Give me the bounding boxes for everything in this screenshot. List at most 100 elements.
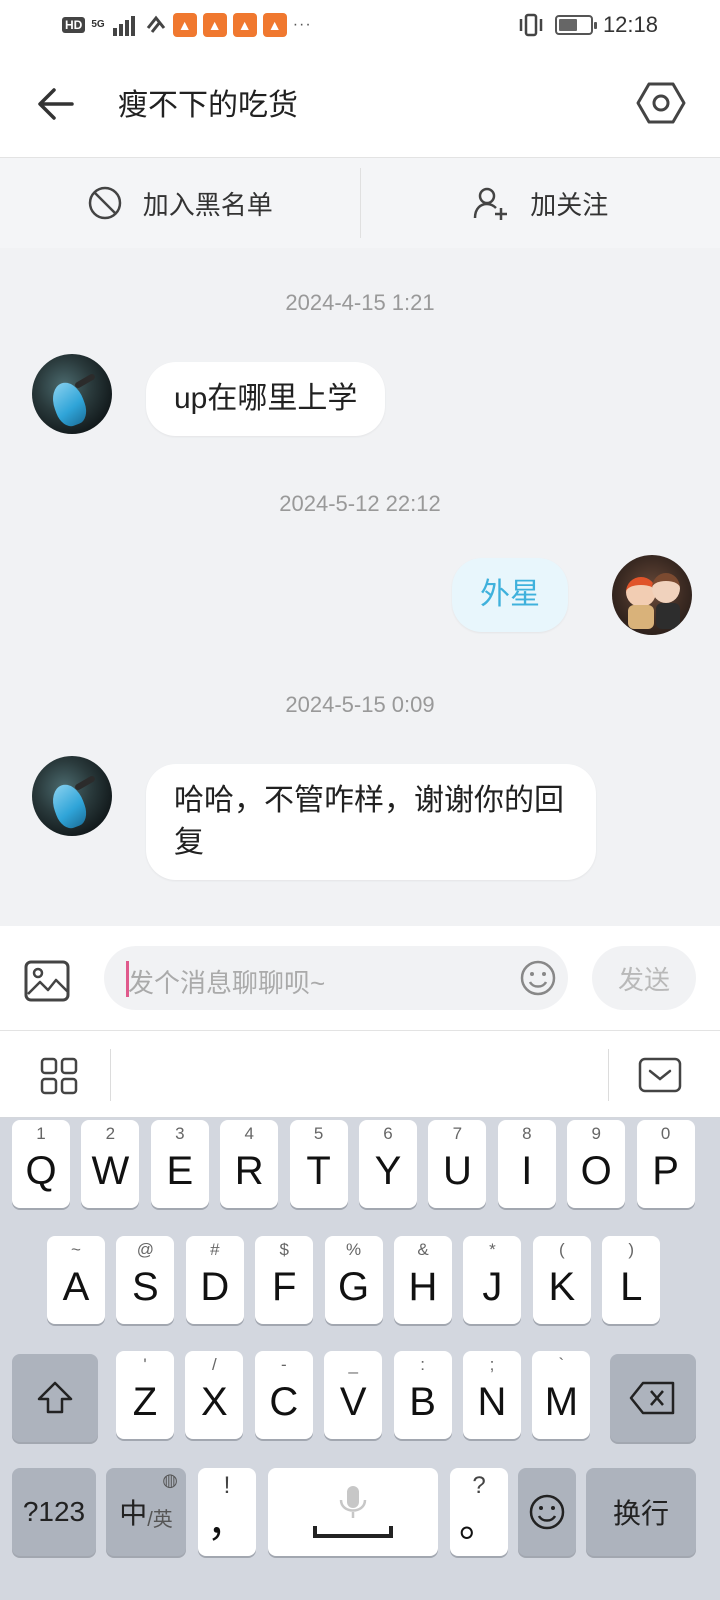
key-b[interactable]: :B <box>393 1351 452 1439</box>
emoji-icon <box>529 1494 565 1530</box>
message-placeholder: 发个消息聊聊呗~ <box>128 968 326 998</box>
key-sub: / <box>212 1355 217 1374</box>
action-bar: 加入黑名单 加关注 <box>0 158 720 248</box>
key-sub: ! <box>223 1472 231 1499</box>
key-main: M <box>544 1379 579 1424</box>
key-o[interactable]: 9O <box>567 1120 626 1208</box>
message-bubble[interactable]: 哈哈，不管咋样，谢谢你的回复 <box>146 764 596 880</box>
key-s[interactable]: @ S <box>116 1236 175 1324</box>
key-main: F <box>271 1264 297 1309</box>
key-main: C <box>269 1379 299 1424</box>
key-e[interactable]: 3E <box>150 1120 209 1208</box>
app-notification-icon: ▲ <box>262 13 287 37</box>
app-notification-icon: ▲ <box>232 13 257 37</box>
emoji-key[interactable] <box>518 1468 576 1556</box>
key-sub: ~ <box>71 1240 81 1259</box>
key-c[interactable]: -C <box>254 1351 313 1439</box>
app-notification-icon: ▲ <box>172 13 197 37</box>
divider <box>608 1049 609 1101</box>
key-u[interactable]: 7U <box>428 1120 487 1208</box>
language-sub: /英 <box>147 1508 173 1531</box>
space-key[interactable] <box>268 1468 438 1556</box>
language-switch-key[interactable]: ◍ 中/英 <box>106 1468 186 1556</box>
follow-button[interactable]: 加关注 <box>361 158 720 248</box>
grid-menu-icon[interactable] <box>40 1057 78 1095</box>
key-n[interactable]: ; N <box>463 1351 521 1439</box>
message-bubble[interactable]: 外星 <box>452 558 568 632</box>
avatar[interactable] <box>32 354 112 434</box>
key-main: D <box>200 1264 230 1309</box>
key-sub: 9 <box>591 1124 601 1143</box>
chat-area[interactable]: 2024-4-15 1:21 up在哪里上学 2024-5-12 22:12 外… <box>0 248 720 926</box>
key-main: V <box>339 1379 367 1424</box>
key-k[interactable]: (K <box>532 1236 591 1324</box>
shift-icon <box>37 1381 73 1414</box>
key-f[interactable]: $ F <box>255 1236 314 1324</box>
key-main: T <box>306 1148 331 1193</box>
key-main: J <box>482 1264 503 1309</box>
key-sub: * <box>489 1240 496 1259</box>
backspace-key[interactable] <box>610 1354 696 1442</box>
key-t[interactable]: 5T <box>289 1120 348 1208</box>
comma-key[interactable]: ! ， <box>198 1468 256 1556</box>
key-p[interactable]: 0P <box>636 1120 695 1208</box>
status-left: HD 5G ▲ ▲ ▲ ▲ ··· <box>62 13 312 37</box>
key-y[interactable]: 6Y <box>359 1120 417 1208</box>
key-x[interactable]: / X <box>185 1351 244 1439</box>
image-icon[interactable] <box>24 960 70 1002</box>
numbers-key[interactable]: ?123 <box>12 1468 96 1556</box>
key-main: X <box>201 1379 228 1424</box>
key-q[interactable]: 1Q <box>12 1120 70 1208</box>
key-l[interactable]: ) L <box>602 1236 661 1324</box>
key-a[interactable]: ~ A <box>47 1236 105 1324</box>
back-arrow-icon[interactable] <box>34 84 78 124</box>
message-timestamp: 2024-5-15 0:09 <box>285 692 435 717</box>
key-z[interactable]: ' Z <box>116 1351 174 1439</box>
message-input[interactable]: 发个消息聊聊呗~ <box>104 946 568 1010</box>
emoji-icon[interactable] <box>518 958 558 998</box>
key-sub: 3 <box>175 1124 185 1143</box>
key-main: Z <box>132 1379 158 1424</box>
key-sub: ) <box>628 1240 635 1259</box>
shift-key[interactable] <box>12 1354 98 1442</box>
hide-keyboard-icon[interactable] <box>638 1057 682 1093</box>
key-j[interactable]: * J <box>463 1236 522 1324</box>
key-sub: 4 <box>244 1124 254 1143</box>
follow-label: 加关注 <box>530 189 609 220</box>
key-w[interactable]: 2W <box>81 1120 140 1208</box>
add-user-icon <box>473 187 508 220</box>
key-main: R <box>234 1148 264 1193</box>
wifi-off-icon <box>146 15 165 33</box>
key-sub: & <box>417 1240 429 1259</box>
key-main: I <box>521 1148 533 1193</box>
hd-indicator: HD <box>62 17 86 33</box>
block-label: 加入黑名单 <box>142 189 273 220</box>
network-type: 5G <box>91 19 105 30</box>
avatar[interactable] <box>612 555 692 635</box>
key-main: Q <box>25 1148 57 1193</box>
more-notifications-icon: ··· <box>292 16 312 33</box>
message-timestamp: 2024-4-15 1:21 <box>285 290 435 315</box>
key-sub: $ <box>279 1240 289 1259</box>
key-v[interactable]: _ V <box>324 1351 383 1439</box>
key-d[interactable]: # D <box>185 1236 244 1324</box>
period-key[interactable]: ? 。 <box>450 1468 508 1556</box>
send-button[interactable]: 发送 <box>592 946 696 1010</box>
clock: 12:18 <box>602 12 658 37</box>
enter-key[interactable]: 换行 <box>586 1468 696 1556</box>
key-main: S <box>132 1264 159 1309</box>
key-sub: 1 <box>36 1124 46 1143</box>
key-r[interactable]: 4R <box>220 1120 279 1208</box>
key-g[interactable]: % G <box>324 1236 383 1324</box>
key-m[interactable]: ` M <box>532 1351 591 1439</box>
key-i[interactable]: 8I <box>497 1120 556 1208</box>
avatar[interactable] <box>32 756 112 836</box>
settings-icon[interactable] <box>636 80 686 126</box>
key-main: B <box>409 1379 436 1424</box>
key-h[interactable]: & H <box>394 1236 452 1324</box>
message-bubble[interactable]: up在哪里上学 <box>146 362 386 436</box>
key-sub: 8 <box>522 1124 532 1143</box>
language-main: 中 <box>119 1498 148 1529</box>
block-button[interactable]: 加入黑名单 <box>0 158 360 248</box>
key-main: G <box>338 1264 370 1309</box>
